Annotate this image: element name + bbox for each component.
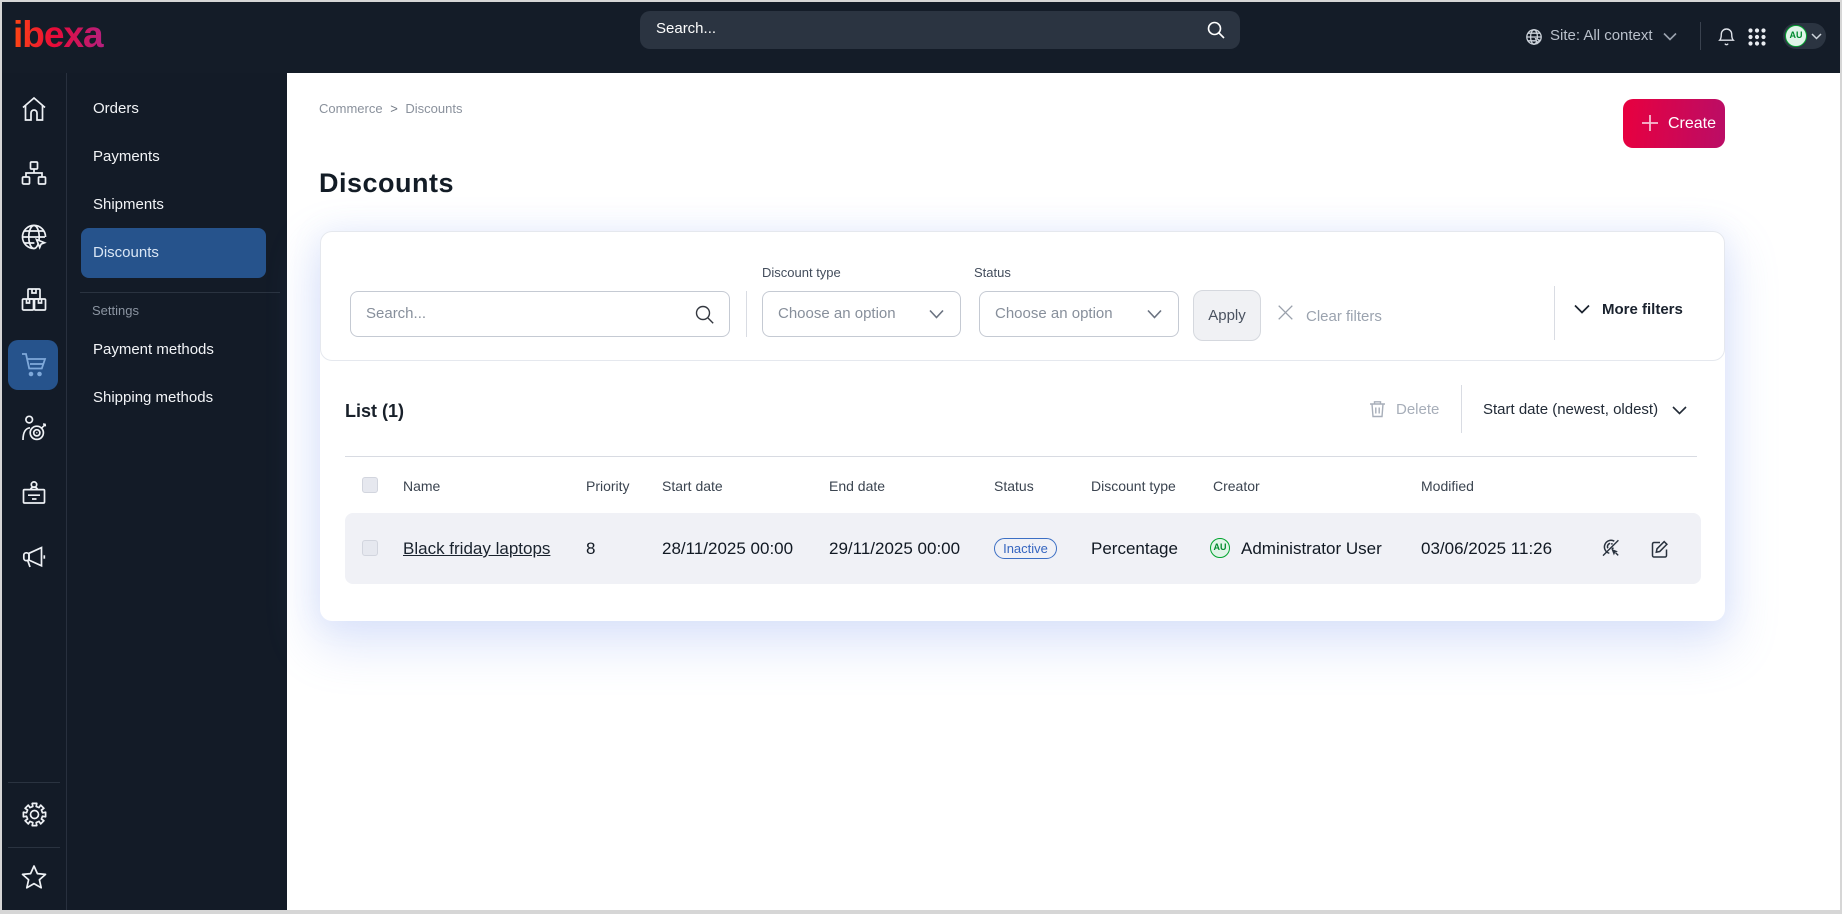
svg-text:ibexa: ibexa — [15, 16, 104, 52]
